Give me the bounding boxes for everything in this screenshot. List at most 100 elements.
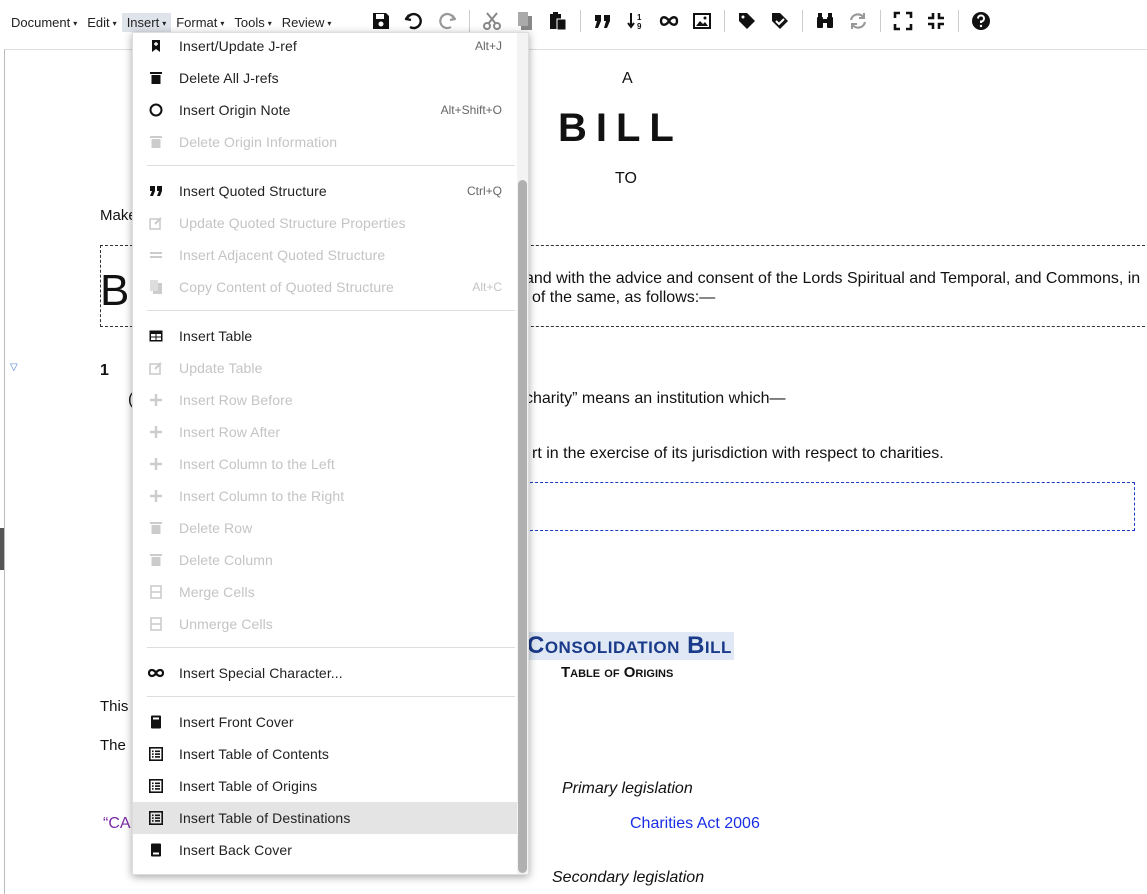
menu-item-insert-special-character[interactable]: Insert Special Character... xyxy=(133,657,517,689)
copy-icon xyxy=(148,279,164,295)
list-icon xyxy=(148,778,164,794)
menu-item-insert-column-right[interactable]: Insert Column to the Right xyxy=(133,480,517,512)
circle-icon xyxy=(148,102,164,118)
compress-icon[interactable] xyxy=(925,10,947,32)
cut-icon[interactable] xyxy=(481,10,503,32)
menu-item-unmerge-cells[interactable]: Unmerge Cells xyxy=(133,608,517,640)
menu-item-insert-front-cover[interactable]: Insert Front Cover xyxy=(133,706,517,738)
charities-act-link[interactable]: Charities Act 2006 xyxy=(630,815,760,833)
image-icon[interactable] xyxy=(691,10,713,32)
chevron-down-icon: ▾ xyxy=(220,19,225,28)
list-icon xyxy=(148,746,164,762)
menu-item-delete-all-jrefs[interactable]: Delete All J-refs xyxy=(133,62,517,94)
tag-icon[interactable] xyxy=(736,10,758,32)
bill-title: BILL xyxy=(558,106,683,150)
menu-item-insert-update-jref[interactable]: Insert/Update J-ref Alt+J xyxy=(133,30,517,62)
shortcut-label: Alt+Shift+O xyxy=(440,103,502,117)
edit-icon xyxy=(148,360,164,376)
paste-icon[interactable] xyxy=(547,10,569,32)
menu-item-insert-table-of-destinations[interactable]: Insert Table of Destinations xyxy=(133,802,517,834)
bookmark-icon xyxy=(148,38,164,54)
menu-edit-label: Edit xyxy=(87,15,110,30)
menu-item-update-table[interactable]: Update Table xyxy=(133,352,517,384)
help-icon[interactable] xyxy=(970,10,992,32)
menu-item-delete-column[interactable]: Delete Column xyxy=(133,544,517,576)
table-of-origins-heading: Table of Origins xyxy=(561,664,674,681)
menu-item-label: Unmerge Cells xyxy=(179,616,273,632)
expand-icon[interactable] xyxy=(892,10,914,32)
merge-icon xyxy=(148,584,164,600)
quoted-structure-box[interactable] xyxy=(525,482,1135,531)
menu-document[interactable]: Document ▾ xyxy=(6,13,82,32)
menu-item-label: Insert Quoted Structure xyxy=(179,183,327,199)
menu-item-merge-cells[interactable]: Merge Cells xyxy=(133,576,517,608)
menu-item-update-quoted-structure-properties[interactable]: Update Quoted Structure Properties xyxy=(133,207,517,239)
toolbar-divider xyxy=(469,10,470,32)
menu-item-insert-table[interactable]: Insert Table xyxy=(133,320,517,352)
collapse-toggle-icon[interactable]: ▽ xyxy=(10,362,18,373)
menu-item-insert-table-of-origins[interactable]: Insert Table of Origins xyxy=(133,770,517,802)
menu-item-label: Delete Column xyxy=(179,552,273,568)
menu-item-delete-row[interactable]: Delete Row xyxy=(133,512,517,544)
menu-item-insert-row-before[interactable]: Insert Row Before xyxy=(133,384,517,416)
chevron-down-icon: ▾ xyxy=(73,19,78,28)
drop-cap: B xyxy=(100,266,130,315)
toolbar-icons: 19 xyxy=(370,10,1003,32)
merge-icon xyxy=(148,616,164,632)
menu-item-insert-table-of-contents[interactable]: Insert Table of Contents xyxy=(133,738,517,770)
menu-item-label: Copy Content of Quoted Structure xyxy=(179,279,394,295)
menu-item-label: Insert Column to the Left xyxy=(179,456,335,472)
toolbar-divider xyxy=(724,10,725,32)
quote-icon[interactable] xyxy=(592,10,614,32)
menu-item-insert-column-left[interactable]: Insert Column to the Left xyxy=(133,448,517,480)
definition-text: charity” means an institution which— xyxy=(525,390,786,407)
save-icon[interactable] xyxy=(370,10,392,32)
trash-icon xyxy=(148,552,164,568)
primary-legislation-heading: Primary legislation xyxy=(562,780,693,797)
menu-edit[interactable]: Edit ▾ xyxy=(82,13,121,32)
dropdown-scrollbar-thumb[interactable] xyxy=(518,180,527,873)
menu-item-insert-back-cover[interactable]: Insert Back Cover xyxy=(133,834,517,866)
menu-item-label: Insert Origin Note xyxy=(179,102,291,118)
plus-icon xyxy=(148,488,164,504)
toolbar-divider xyxy=(880,10,881,32)
menu-item-label: Insert Column to the Right xyxy=(179,488,345,504)
equals-icon xyxy=(148,247,164,263)
menu-item-delete-origin-information[interactable]: Delete Origin Information xyxy=(133,126,517,158)
intro-fragment-2: The xyxy=(100,737,126,754)
chevron-down-icon: ▾ xyxy=(267,19,272,28)
shortcut-label: Alt+C xyxy=(472,280,502,294)
redo-icon[interactable] xyxy=(436,10,458,32)
menu-item-label: Insert Adjacent Quoted Structure xyxy=(179,247,386,263)
edit-icon xyxy=(148,215,164,231)
menu-item-insert-row-after[interactable]: Insert Row After xyxy=(133,416,517,448)
bill-prefix: A xyxy=(622,70,633,87)
binoculars-icon[interactable] xyxy=(814,10,836,32)
tag-check-icon[interactable] xyxy=(769,10,791,32)
abbreviation-fragment: “CA xyxy=(103,815,131,832)
menu-review-label: Review xyxy=(281,15,325,30)
jurisdiction-text: rt in the exercise of its jurisdiction w… xyxy=(532,445,944,462)
menu-item-label: Merge Cells xyxy=(179,584,255,600)
menu-divider xyxy=(147,165,515,166)
menu-item-insert-adjacent-quoted-structure[interactable]: Insert Adjacent Quoted Structure xyxy=(133,239,517,271)
menu-item-label: Insert Back Cover xyxy=(179,842,292,858)
refresh-icon[interactable] xyxy=(847,10,869,32)
undo-icon[interactable] xyxy=(403,10,425,32)
enacting-text-line-2: of the same, as follows:— xyxy=(532,289,716,306)
menu-item-label: Insert Table of Origins xyxy=(179,778,318,794)
menu-item-label: Insert Special Character... xyxy=(179,665,343,681)
menu-item-insert-quoted-structure[interactable]: Insert Quoted Structure Ctrl+Q xyxy=(133,175,517,207)
menu-item-label: Update Quoted Structure Properties xyxy=(179,215,406,231)
menu-item-copy-content-of-quoted-structure[interactable]: Copy Content of Quoted Structure Alt+C xyxy=(133,271,517,303)
shortcut-label: Alt+J xyxy=(474,39,502,53)
toolbar-divider xyxy=(580,10,581,32)
sort-icon[interactable]: 19 xyxy=(625,10,647,32)
copy-icon[interactable] xyxy=(514,10,536,32)
menu-item-label: Insert Table of Contents xyxy=(179,746,330,762)
menu-format-label: Format xyxy=(176,15,218,30)
shortcut-label: Ctrl+Q xyxy=(466,184,502,198)
menu-item-insert-origin-note[interactable]: Insert Origin Note Alt+Shift+O xyxy=(133,94,517,126)
menu-divider xyxy=(147,310,515,311)
infinity-icon[interactable] xyxy=(658,10,680,32)
